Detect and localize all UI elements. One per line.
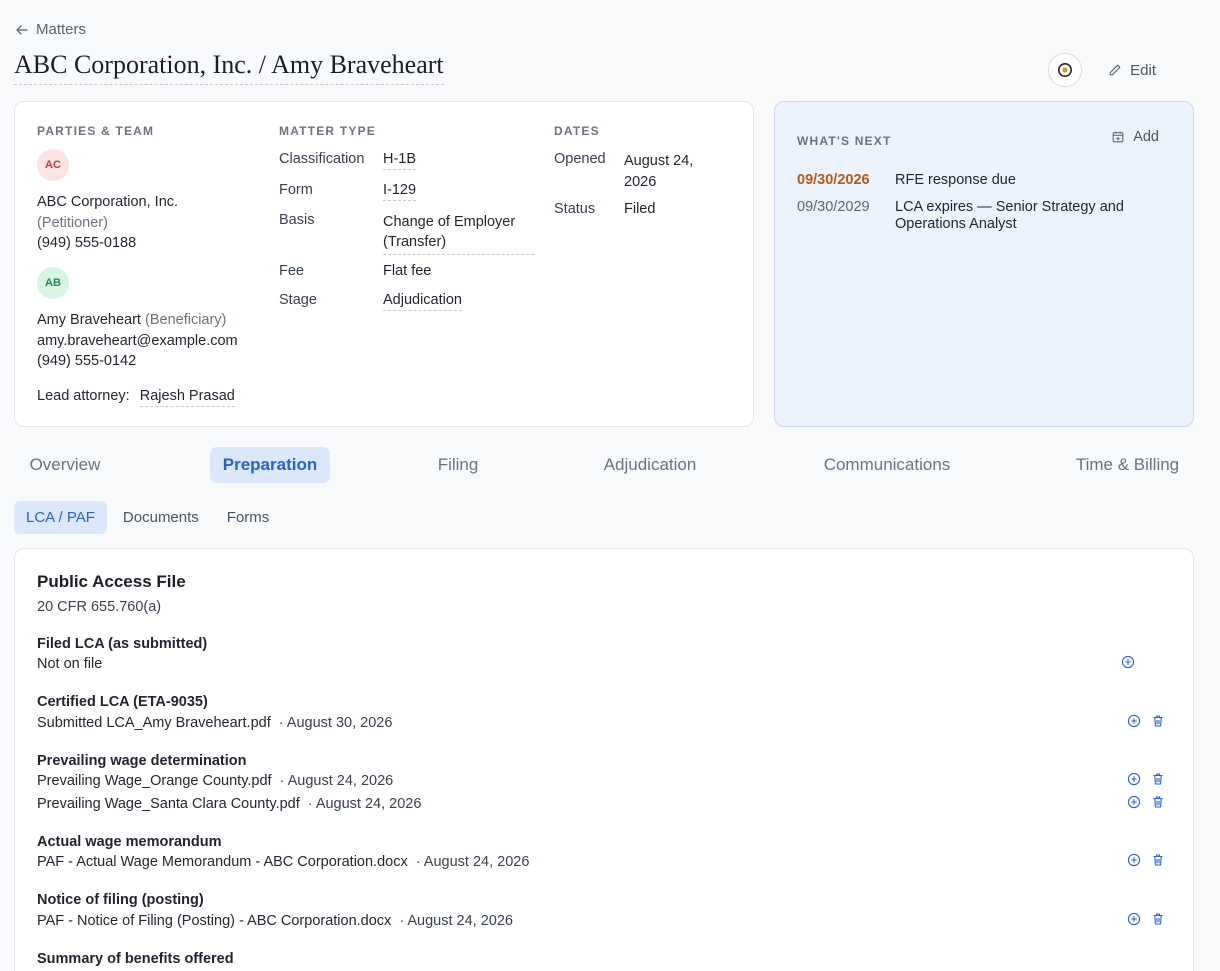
petitioner-role: (Petitioner) <box>37 215 108 231</box>
beneficiary-role: (Beneficiary) <box>145 312 227 328</box>
beneficiary-name[interactable]: Amy Braveheart <box>37 312 141 328</box>
add-circle-icon[interactable] <box>1127 714 1141 728</box>
add-circle-icon[interactable] <box>1127 853 1141 867</box>
avatar: AB <box>37 267 69 299</box>
paf-item-title: Summary of benefits offered <box>37 951 234 967</box>
whats-next-heading: WHAT'S NEXT <box>797 134 892 148</box>
matter-tabs: Overview Preparation Filing Adjudication… <box>14 447 1194 483</box>
deadline-date: 09/30/2026 <box>797 172 870 188</box>
file-link[interactable]: Prevailing Wage_Orange County.pdf <box>37 773 272 789</box>
add-circle-icon[interactable] <box>1127 912 1141 926</box>
trash-icon[interactable] <box>1151 853 1165 867</box>
file-date: · August 30, 2026 <box>278 715 393 731</box>
petitioner-name[interactable]: ABC Corporation, Inc. <box>37 194 178 210</box>
paf-item-title: Certified LCA (ETA-9035) <box>37 694 208 710</box>
file-link[interactable]: Prevailing Wage_Santa Clara County.pdf <box>37 796 300 812</box>
file-link[interactable]: Submitted LCA_Amy Braveheart.pdf <box>37 715 271 731</box>
file-date: · August 24, 2026 <box>399 913 513 929</box>
paf-file-row: Prevailing Wage_Santa Clara County.pdf · … <box>37 796 421 812</box>
file-date: · August 24, 2026 <box>415 854 530 870</box>
back-to-matters-link[interactable]: Matters <box>14 21 86 38</box>
avatar: AC <box>37 149 69 181</box>
subtab-lca-paf[interactable]: LCA / PAF <box>14 501 107 534</box>
edit-label: Edit <box>1130 61 1156 79</box>
paf-file-row: Prevailing Wage_Orange County.pdf · Augus… <box>37 773 393 789</box>
fee-label: Fee <box>279 263 304 279</box>
tab-time-billing[interactable]: Time & Billing <box>1061 447 1194 483</box>
paf-item-title: Notice of filing (posting) <box>37 892 204 908</box>
arrow-left-icon <box>16 24 28 35</box>
deadline-date: 09/30/2029 <box>797 199 870 215</box>
matter-type-heading: MATTER TYPE <box>279 124 376 138</box>
lead-attorney-value[interactable]: Rajesh Prasad <box>139 388 235 407</box>
paf-item-title: Actual wage memorandum <box>37 834 222 850</box>
matter-info-card: PARTIES & TEAM AC ABC Corporation, Inc. … <box>14 101 754 427</box>
classification-label: Classification <box>279 151 365 167</box>
tab-adjudication[interactable]: Adjudication <box>587 447 713 483</box>
back-label: Matters <box>36 21 87 38</box>
opened-value-line1: August 24, <box>624 153 694 169</box>
deadline-text[interactable]: LCA expires — Senior Strategy and Operat… <box>895 199 1165 233</box>
file-date: · August 24, 2026 <box>279 773 394 789</box>
file-link[interactable]: PAF - Actual Wage Memorandum - ABC Corpo… <box>37 854 408 870</box>
calendar-plus-icon <box>1112 131 1124 143</box>
add-circle-icon[interactable] <box>1121 655 1135 669</box>
add-circle-icon[interactable] <box>1127 795 1141 809</box>
trash-icon[interactable] <box>1151 714 1165 728</box>
form-label: Form <box>279 182 313 198</box>
paf-item-title: Filed LCA (as submitted) <box>37 636 208 652</box>
add-deadline-button[interactable]: Add <box>1111 129 1159 145</box>
subtab-forms[interactable]: Forms <box>215 501 282 534</box>
add-label: Add <box>1133 129 1159 145</box>
page-title[interactable]: ABC Corporation, Inc. / Amy Braveheart <box>14 50 444 85</box>
basis-value-line1: Change of Employer <box>383 214 516 230</box>
trash-icon[interactable] <box>1151 795 1165 809</box>
opened-value-line2: 2026 <box>624 174 657 190</box>
whats-next-card: WHAT'S NEXT Add 09/30/2026 RFE response … <box>774 101 1194 427</box>
paf-regulation: 20 CFR 655.760(a) <box>37 599 162 615</box>
opened-label: Opened <box>554 151 606 167</box>
trash-icon[interactable] <box>1151 912 1165 926</box>
paf-title: Public Access File <box>37 572 186 591</box>
classification-value[interactable]: H-1B <box>383 151 417 170</box>
paf-item-empty: Not on file <box>37 656 103 672</box>
status-value: Filed <box>624 201 656 217</box>
status-label: Status <box>554 201 596 217</box>
target-icon <box>1058 63 1073 77</box>
opened-value: August 24, 2026 <box>624 151 693 193</box>
stage-label: Stage <box>279 292 317 308</box>
paf-item-title: Prevailing wage determination <box>37 753 247 769</box>
paf-file-row: PAF - Actual Wage Memorandum - ABC Corpo… <box>37 854 529 870</box>
basis-value-line2: (Transfer) <box>383 234 447 250</box>
beneficiary-email: amy.braveheart@example.com <box>37 333 238 349</box>
tab-preparation[interactable]: Preparation <box>210 447 330 483</box>
beneficiary-phone: (949) 555-0142 <box>37 353 137 369</box>
add-circle-icon[interactable] <box>1127 772 1141 786</box>
file-date: · August 24, 2026 <box>307 796 422 812</box>
tab-filing[interactable]: Filing <box>418 447 498 483</box>
stage-value[interactable]: Adjudication <box>383 292 462 311</box>
basis-label: Basis <box>279 212 315 228</box>
petitioner-phone: (949) 555-0188 <box>37 235 137 251</box>
file-link[interactable]: PAF - Notice of Filing (Posting) - ABC C… <box>37 913 391 929</box>
basis-value[interactable]: Change of Employer (Transfer) <box>383 212 534 255</box>
deadline-text[interactable]: RFE response due <box>895 172 1165 189</box>
lead-attorney-label: Lead attorney: <box>37 388 130 404</box>
form-value[interactable]: I-129 <box>383 182 417 201</box>
dates-heading: DATES <box>554 124 600 138</box>
pencil-icon <box>1109 64 1121 76</box>
edit-button[interactable]: Edit <box>1092 56 1172 85</box>
subtab-documents[interactable]: Documents <box>111 501 211 534</box>
tab-communications[interactable]: Communications <box>807 447 967 483</box>
paf-file-row: Submitted LCA_Amy Braveheart.pdf · August… <box>37 715 392 731</box>
record-status-button[interactable] <box>1048 53 1083 87</box>
fee-value: Flat fee <box>383 263 432 279</box>
trash-icon[interactable] <box>1151 772 1165 786</box>
tab-overview[interactable]: Overview <box>14 447 116 483</box>
preparation-subtabs: LCA / PAF Documents Forms <box>14 501 281 534</box>
parties-heading: PARTIES & TEAM <box>37 124 155 138</box>
public-access-file-card: Public Access File 20 CFR 655.760(a) Fil… <box>14 548 1194 971</box>
paf-file-row: PAF - Notice of Filing (Posting) - ABC C… <box>37 913 513 929</box>
